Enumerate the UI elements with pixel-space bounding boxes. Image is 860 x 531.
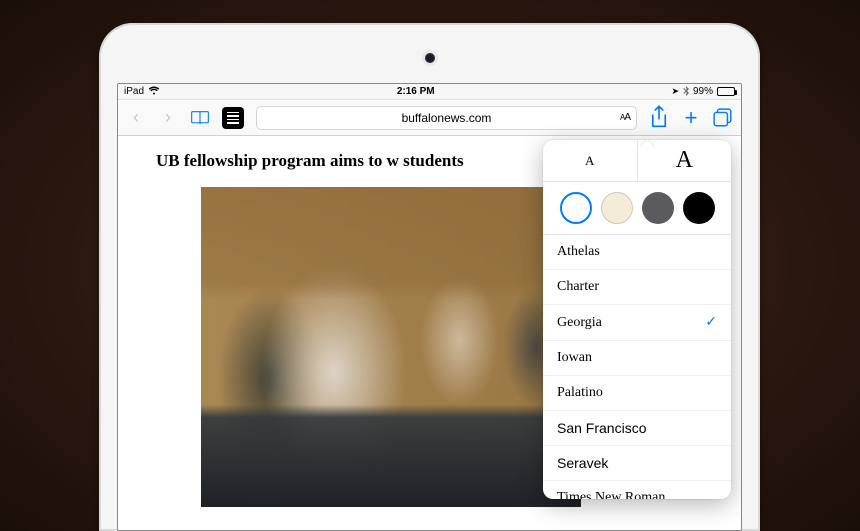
clock: 2:16 PM xyxy=(397,86,435,97)
address-bar[interactable]: buffalonews.com AA xyxy=(256,106,637,130)
font-name: Palatino xyxy=(557,385,603,401)
font-name: Iowan xyxy=(557,350,592,366)
font-name: Seravek xyxy=(557,455,608,471)
font-list[interactable]: Athelas Charter Georgia ✓ Iowan Palatino San F… xyxy=(543,235,731,499)
theme-gray[interactable] xyxy=(642,192,674,224)
battery-icon xyxy=(717,87,735,96)
increase-font-button[interactable]: A xyxy=(638,140,732,181)
ipad-screen: iPad 2:16 PM ➤ 99% ‹ › xyxy=(117,83,742,531)
back-button[interactable]: ‹ xyxy=(126,107,146,128)
theme-sepia[interactable] xyxy=(601,192,633,224)
font-name: Athelas xyxy=(557,244,600,260)
reader-mode-button[interactable] xyxy=(222,107,244,129)
font-option-athelas[interactable]: Athelas xyxy=(543,235,731,270)
bluetooth-icon xyxy=(683,86,689,98)
wifi-icon xyxy=(148,86,160,98)
new-tab-button[interactable]: + xyxy=(681,105,701,131)
font-size-row: A A xyxy=(543,140,731,182)
status-left: iPad xyxy=(124,86,160,98)
reader-lines-icon xyxy=(227,112,239,124)
font-option-tnr[interactable]: Times New Roman xyxy=(543,481,731,499)
forward-button[interactable]: › xyxy=(158,107,178,128)
font-option-palatino[interactable]: Palatino xyxy=(543,376,731,411)
safari-toolbar: ‹ › buffalonews.com AA + xyxy=(118,100,741,136)
tabs-button[interactable] xyxy=(713,108,733,128)
font-name: Times New Roman xyxy=(557,490,665,499)
status-right: ➤ 99% xyxy=(671,86,735,98)
carrier-label: iPad xyxy=(124,86,144,97)
font-name: San Francisco xyxy=(557,420,646,436)
location-icon: ➤ xyxy=(671,86,679,97)
theme-row xyxy=(543,182,731,235)
font-name: Georgia xyxy=(557,315,602,331)
reader-settings-button[interactable]: AA xyxy=(620,112,630,123)
front-camera xyxy=(425,53,435,63)
url-text: buffalonews.com xyxy=(402,111,492,125)
battery-percent: 99% xyxy=(693,86,713,97)
decrease-font-button[interactable]: A xyxy=(543,140,638,181)
font-name: Charter xyxy=(557,279,599,295)
ipad-device-frame: iPad 2:16 PM ➤ 99% ‹ › xyxy=(99,23,760,531)
status-bar: iPad 2:16 PM ➤ 99% xyxy=(118,84,741,100)
theme-black[interactable] xyxy=(683,192,715,224)
bookmarks-button[interactable] xyxy=(190,110,210,125)
font-option-georgia[interactable]: Georgia ✓ xyxy=(543,305,731,341)
font-option-iowan[interactable]: Iowan xyxy=(543,341,731,376)
font-option-sf[interactable]: San Francisco xyxy=(543,411,731,446)
theme-white[interactable] xyxy=(560,192,592,224)
article-photo xyxy=(201,187,581,507)
font-option-charter[interactable]: Charter xyxy=(543,270,731,305)
share-button[interactable] xyxy=(649,105,669,130)
checkmark-icon: ✓ xyxy=(705,314,717,331)
reader-settings-popover: A A Athelas Charter Georgia ✓ Iowan Palatino S… xyxy=(543,140,731,499)
font-option-seravek[interactable]: Seravek xyxy=(543,446,731,481)
